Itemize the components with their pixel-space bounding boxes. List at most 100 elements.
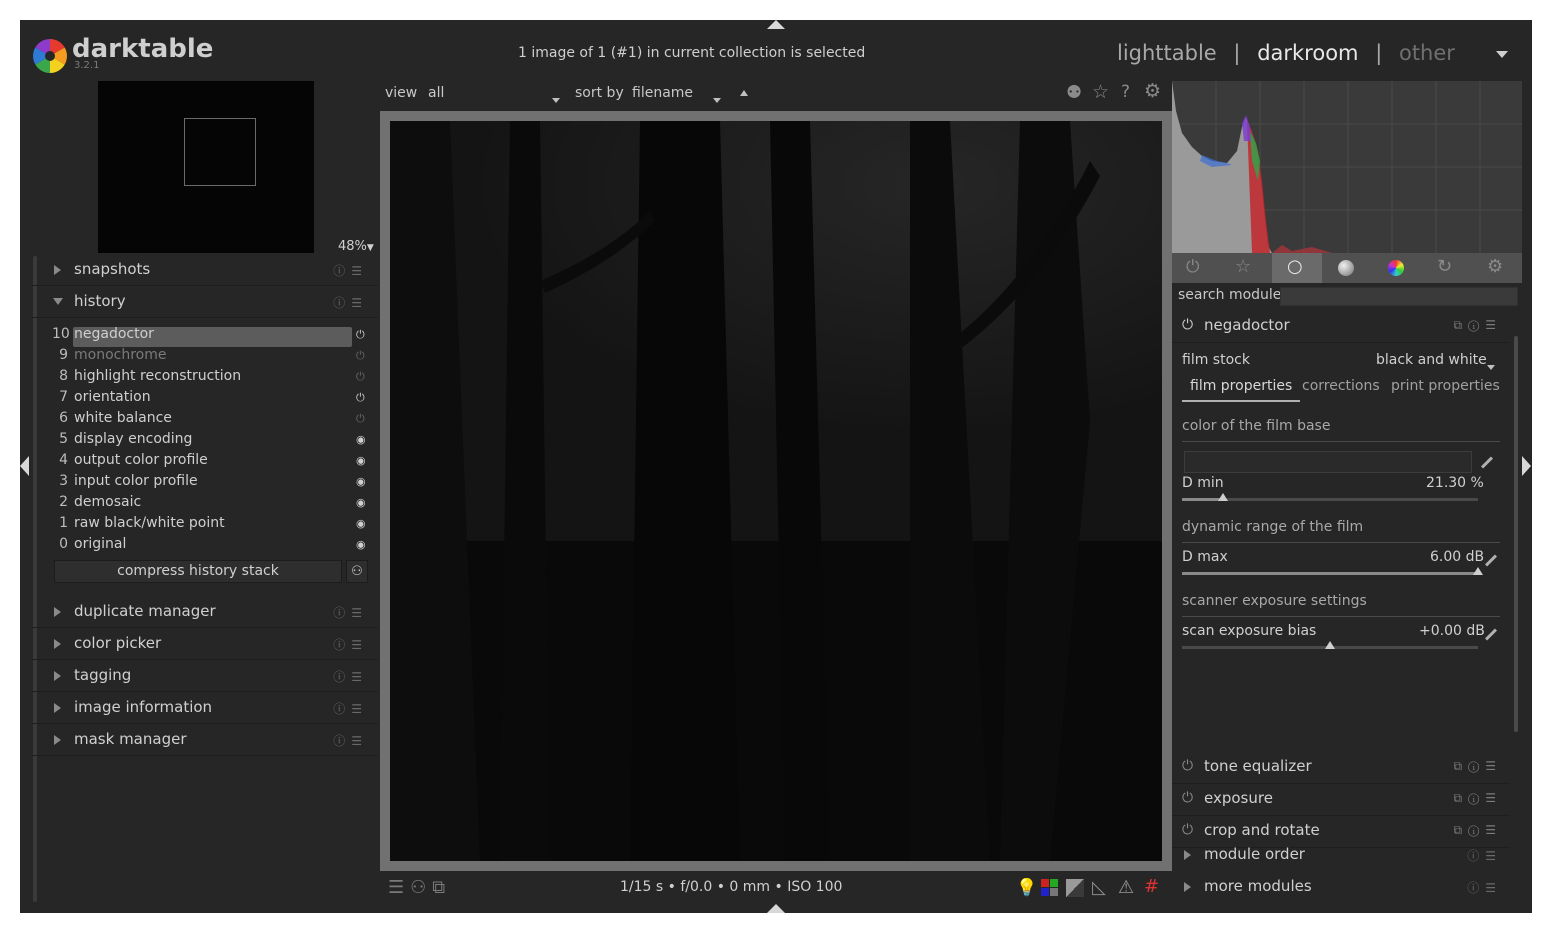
bottom-panel-collapse-arrow[interactable] — [767, 904, 785, 913]
dmax-slider-marker[interactable] — [1473, 567, 1483, 575]
module-history[interactable]: history ⓘ☰ — [32, 286, 378, 318]
view-separator: | — [1233, 41, 1241, 65]
bias-label: scan exposure bias — [1182, 623, 1317, 639]
module-reset-presets-icons[interactable]: ⓘ☰ — [333, 294, 368, 311]
tab-print-properties[interactable]: print properties — [1391, 378, 1500, 394]
star-icon[interactable]: ☆ — [1092, 81, 1109, 103]
history-item[interactable]: 8 highlight reconstruction ⏻ — [52, 368, 382, 389]
module-header-icons[interactable]: ⧉ⓘ☰ — [1453, 318, 1502, 333]
module-reset-presets-icons[interactable]: ⓘ☰ — [333, 732, 368, 749]
history-item[interactable]: 3 input color profile ◉ — [52, 473, 382, 494]
effects-tab-icon[interactable]: ⚙ — [1487, 256, 1503, 277]
bottom-left-tool-icons[interactable]: ☰⚇⧉ — [388, 877, 451, 898]
module-header[interactable]: ⏻ exposure ⧉ⓘ☰ — [1172, 784, 1510, 816]
module-reset-presets-icons[interactable]: ⓘ☰ — [333, 262, 368, 279]
film-stock-dropdown-icon[interactable] — [1487, 358, 1495, 374]
left-panel-collapse-arrow[interactable] — [20, 456, 29, 476]
focus-peaking-icon[interactable]: ◺ — [1092, 877, 1106, 898]
search-module-input[interactable] — [1280, 287, 1518, 306]
image-canvas[interactable] — [390, 121, 1162, 861]
gamut-check-icon[interactable] — [1066, 879, 1084, 897]
module-header[interactable]: mask manager ⓘ☰ — [32, 724, 378, 756]
history-item[interactable]: 9 monochrome ⏻ — [52, 347, 382, 368]
more-modules-icons[interactable]: ⓘ☰ — [1467, 879, 1502, 896]
module-label: color picker — [74, 634, 162, 652]
history-item[interactable]: 10 negadoctor ⏻ — [52, 326, 382, 347]
histogram[interactable] — [1172, 81, 1522, 253]
forest-image — [390, 121, 1162, 861]
navigation-viewport-rect[interactable] — [184, 118, 256, 186]
sort-dropdown-icon[interactable] — [713, 91, 721, 107]
module-enable-icon[interactable]: ⏻ — [1182, 822, 1193, 838]
tab-film-properties[interactable]: film properties — [1182, 378, 1301, 402]
module-header[interactable]: color picker ⓘ☰ — [32, 628, 378, 660]
module-order-icons[interactable]: ⓘ☰ — [1467, 847, 1502, 864]
bias-color-picker-icon[interactable] — [1484, 628, 1498, 641]
dmax-color-picker-icon[interactable] — [1484, 554, 1498, 567]
sort-value[interactable]: filename — [632, 85, 693, 101]
bias-value: +0.00 dB — [1419, 623, 1485, 639]
history-item-label: demosaic — [74, 494, 142, 510]
history-item[interactable]: 4 output color profile ◉ — [52, 452, 382, 473]
module-header-icons[interactable]: ⧉ⓘ☰ — [1453, 791, 1502, 806]
module-reset-presets-icons[interactable]: ⓘ☰ — [333, 668, 368, 685]
sort-order-icon[interactable] — [740, 90, 748, 96]
module-header[interactable]: ⏻ tone equalizer ⧉ⓘ☰ — [1172, 752, 1510, 784]
navigation-thumbnail[interactable] — [98, 81, 314, 253]
view-other[interactable]: other — [1399, 41, 1455, 65]
module-order-row[interactable]: module order ⓘ☰ — [1172, 841, 1510, 869]
help-icon[interactable]: ? — [1121, 82, 1130, 102]
module-header[interactable]: image information ⓘ☰ — [32, 692, 378, 724]
correct-tab-icon[interactable]: ↻ — [1437, 256, 1452, 277]
history-item[interactable]: 1 raw black/white point ◉ — [52, 515, 382, 536]
tab-corrections[interactable]: corrections — [1302, 378, 1380, 394]
view-filter-dropdown-icon[interactable] — [552, 91, 560, 107]
zoom-level[interactable]: 48%▼ — [338, 239, 374, 254]
overexposed-warning-icon[interactable]: ⚠ — [1118, 877, 1134, 898]
gear-icon[interactable]: ⚙ — [1144, 80, 1161, 102]
module-reset-presets-icons[interactable]: ⓘ☰ — [333, 636, 368, 653]
module-reset-presets-icons[interactable]: ⓘ☰ — [333, 700, 368, 717]
module-enable-icon[interactable]: ⏻ — [1182, 758, 1193, 774]
history-item[interactable]: 7 orientation ⏻ — [52, 389, 382, 410]
history-item-label: monochrome — [74, 347, 167, 363]
film-base-color-picker-icon[interactable] — [1480, 456, 1494, 469]
module-header[interactable]: duplicate manager ⓘ☰ — [32, 596, 378, 628]
dmin-slider-marker[interactable] — [1218, 493, 1229, 501]
favorites-tab-icon[interactable]: ☆ — [1235, 256, 1251, 277]
module-negadoctor-header[interactable]: ⏻ negadoctor ⧉ⓘ☰ — [1172, 311, 1510, 343]
create-style-icon[interactable]: ⚇ — [346, 560, 368, 583]
top-panel-collapse-arrow[interactable] — [767, 20, 785, 29]
view-darkroom[interactable]: darkroom — [1257, 41, 1358, 65]
module-enable-icon[interactable]: ⏻ — [1182, 790, 1193, 806]
active-modules-tab-icon[interactable]: ⏻ — [1186, 257, 1199, 277]
history-item[interactable]: 2 demosaic ◉ — [52, 494, 382, 515]
view-switcher: lighttable | darkroom | other — [1117, 41, 1455, 65]
module-header[interactable]: tagging ⓘ☰ — [32, 660, 378, 692]
module-reset-presets-icons[interactable]: ⓘ☰ — [333, 604, 368, 621]
film-base-color-swatch[interactable] — [1184, 451, 1472, 473]
module-header-icons[interactable]: ⧉ⓘ☰ — [1453, 823, 1502, 838]
view-filter-value[interactable]: all — [428, 85, 444, 101]
compress-history-button[interactable]: compress history stack — [54, 560, 342, 583]
module-enable-icon[interactable]: ⏻ — [1182, 317, 1193, 333]
module-header-icons[interactable]: ⧉ⓘ☰ — [1453, 759, 1502, 774]
right-panel-collapse-arrow[interactable] — [1522, 456, 1531, 476]
history-item[interactable]: 5 display encoding ◉ — [52, 431, 382, 452]
bias-slider-marker[interactable] — [1325, 641, 1335, 649]
right-panel-scrollbar[interactable] — [1514, 336, 1518, 732]
view-other-dropdown-icon[interactable] — [1496, 51, 1508, 58]
view-lighttable[interactable]: lighttable — [1117, 41, 1217, 65]
history-item[interactable]: 6 white balance ⏻ — [52, 410, 382, 431]
left-panel-scrollbar[interactable] — [33, 256, 37, 902]
guides-icon[interactable]: # — [1144, 876, 1159, 897]
color-tab-icon[interactable] — [1388, 260, 1404, 276]
more-modules-row[interactable]: more modules ⓘ☰ — [1172, 873, 1510, 901]
film-stock-value[interactable]: black and white — [1376, 352, 1487, 368]
module-snapshots[interactable]: snapshots ⓘ☰ — [32, 254, 378, 286]
history-item[interactable]: 0 original ◉ — [52, 536, 382, 557]
color-assessment-icon[interactable]: 💡 — [1016, 878, 1037, 898]
tone-tab-icon[interactable] — [1338, 260, 1354, 276]
softproof-icon[interactable] — [1041, 879, 1058, 896]
color-labels-icon[interactable]: ⚉ — [1066, 82, 1082, 103]
